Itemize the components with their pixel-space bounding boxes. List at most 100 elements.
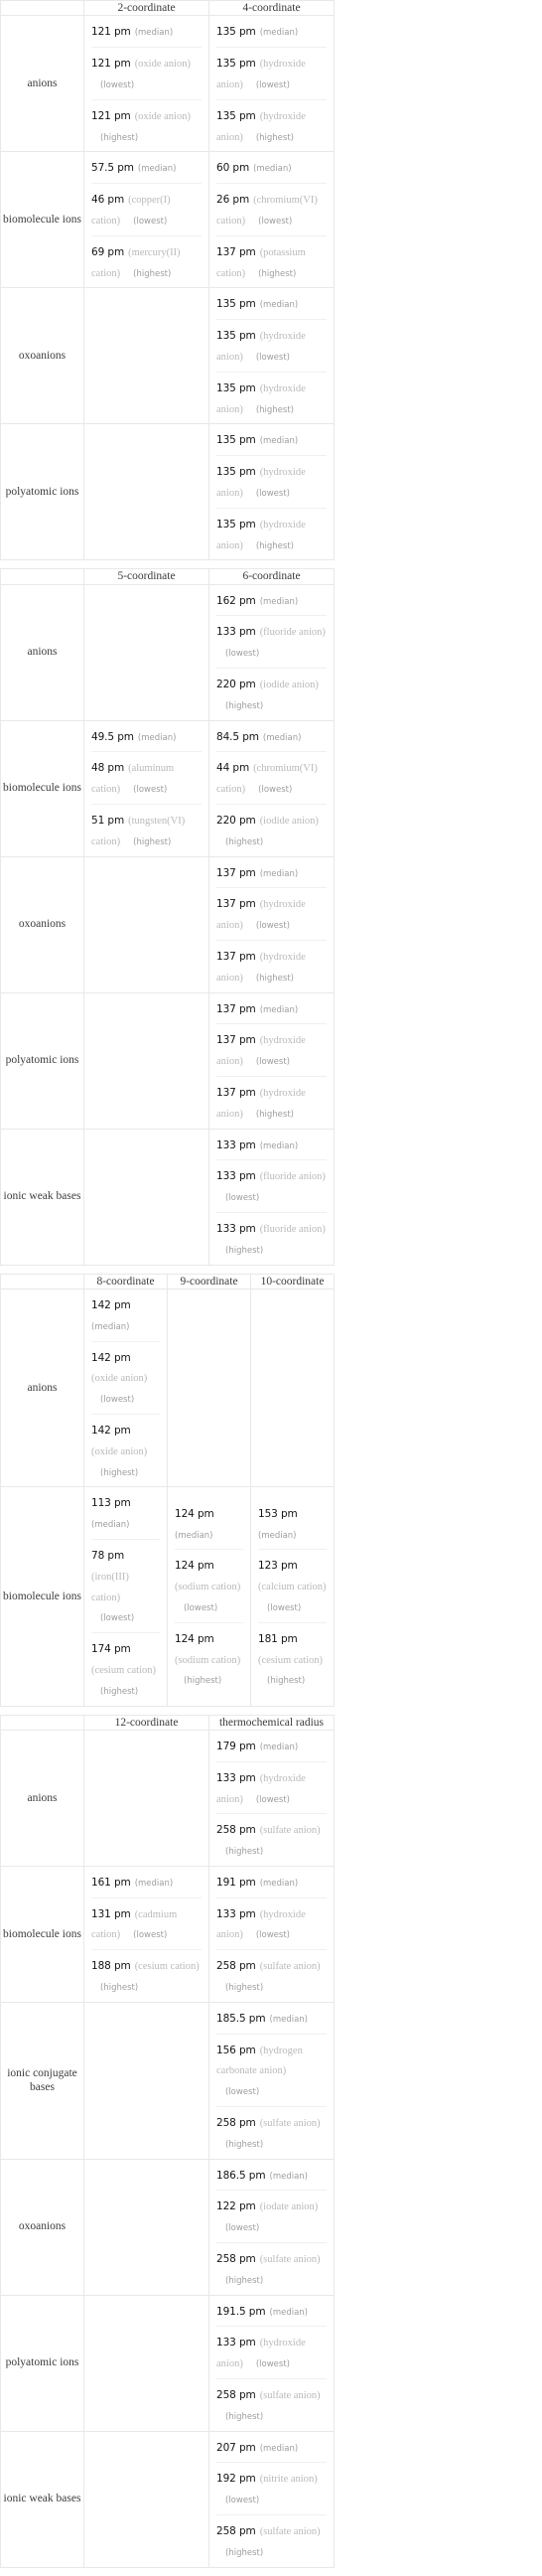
table-row: oxoanions 135 pm (median) 135 pm (hydroxid… [0, 287, 335, 425]
statistic-tag: (lowest) [133, 785, 168, 796]
species-name: (calcium cation) [258, 1582, 327, 1593]
statistic-tag: (median) [134, 28, 174, 39]
column-header-blank [0, 1714, 84, 1731]
radius-value: 258 pm [216, 2525, 256, 2538]
statistic-tag: (highest) [258, 268, 297, 279]
statistic-tag: (lowest) [225, 2087, 260, 2098]
species-name: (fluoride anion) [259, 1171, 326, 1183]
table-row: ionic weak bases 207 pm (median) 192 pm (n… [0, 2430, 335, 2568]
radius-entry: 162 pm (median) [209, 585, 334, 616]
radius-entry: 135 pm (median) [209, 424, 334, 455]
radius-entry: 142 pm (oxide anion) (lowest) [91, 1340, 160, 1414]
radius-entry: 121 pm (oxide anion) (lowest) [91, 47, 202, 99]
radius-value: 133 pm [216, 626, 256, 639]
radius-value: 51 pm [91, 815, 125, 828]
statistic-tag: (lowest) [184, 1602, 218, 1613]
radius-entry: 137 pm (hydroxide anion) (lowest) [216, 887, 327, 940]
radius-value: 84.5 pm [216, 730, 259, 743]
radius-value: 161 pm [91, 1876, 131, 1889]
data-cell-empty [83, 855, 209, 993]
statistic-tag: (median) [269, 2171, 309, 2182]
radius-value: 135 pm [216, 298, 256, 311]
statistic-tag: (median) [259, 1742, 299, 1752]
entry-stack: 185.5 pm (median) 156 pm (hydrogen carbon… [209, 2003, 334, 2159]
data-cell: 133 pm (median) 133 pm (fluoride anion) (… [208, 1128, 335, 1266]
data-cell-empty [250, 1288, 335, 1488]
tables-container: 2-coordinate 4-coordinate anions 121 pm (me… [0, 0, 542, 2568]
radius-entry: 133 pm (median) [209, 1130, 334, 1160]
table-coord-5-6: 5-coordinate 6-coordinate anions 162 pm (me… [0, 568, 335, 1266]
data-cell: 84.5 pm (median) 44 pm (chromium(VI) cati… [208, 719, 335, 857]
radius-value: 220 pm [216, 679, 256, 691]
entry-stack: 191.5 pm (median) 133 pm (hydroxide anion… [209, 2296, 334, 2431]
entry-stack: 162 pm (median) 133 pm (fluoride anion) (… [209, 585, 334, 720]
statistic-tag: (median) [259, 28, 299, 39]
radius-value: 135 pm [216, 518, 256, 530]
radius-value: 137 pm [216, 866, 256, 879]
radius-entry: 188 pm (cesium cation) (highest) [91, 1949, 202, 2002]
entry-stack: 207 pm (median) 192 pm (nitrite anion) (l… [209, 2432, 334, 2567]
data-cell: 135 pm (median) 135 pm (hydroxide anion) … [208, 423, 335, 561]
table-coord-12-thermochemical: 12-coordinate thermochemical radius anions… [0, 1714, 335, 2568]
radius-value: 137 pm [216, 1087, 256, 1100]
statistic-tag: (lowest) [255, 79, 290, 90]
data-cell-empty [83, 2158, 209, 2296]
column-header: 5-coordinate [83, 568, 209, 585]
radius-value: 137 pm [216, 1034, 256, 1047]
table-row: anions 121 pm (median) 121 pm (oxide anion… [0, 15, 335, 153]
row-header-label: anions [0, 15, 84, 153]
data-cell: 121 pm (median) 121 pm (oxide anion) (low… [83, 15, 209, 153]
radius-entry: 191 pm (median) [209, 1867, 334, 1897]
species-name: (fluoride anion) [259, 627, 326, 639]
species-name: (sodium cation) [175, 1582, 241, 1593]
column-header: 9-coordinate [167, 1273, 251, 1289]
row-header-label: anions [0, 1288, 84, 1488]
statistic-tag: (median) [269, 2307, 309, 2318]
radius-value: 133 pm [216, 1223, 256, 1236]
statistic-tag: (highest) [133, 836, 172, 847]
data-cell-empty [83, 2430, 209, 2568]
radius-entry: 133 pm (fluoride anion) (highest) [216, 1212, 327, 1265]
species-name: (sodium cation) [175, 1654, 241, 1666]
entry-stack: 57.5 pm (median) 46 pm (copper(I) cation)… [84, 152, 208, 287]
radius-value: 60 pm [216, 162, 250, 175]
radius-value: 46 pm [91, 194, 125, 207]
statistic-tag: (lowest) [255, 2359, 290, 2370]
data-cell: 49.5 pm (median) 48 pm (aluminum cation) … [83, 719, 209, 857]
data-cell-empty [83, 1729, 209, 1867]
radius-value: 258 pm [216, 1960, 256, 1973]
radius-value: 135 pm [216, 381, 256, 394]
entry-stack: 153 pm (median) 123 pm (calcium cation) (… [251, 1498, 334, 1695]
species-name: (cesium cation) [91, 1664, 157, 1676]
table-coord-2-4: 2-coordinate 4-coordinate anions 121 pm (me… [0, 0, 335, 561]
radius-entry: 124 pm (sodium cation) (highest) [175, 1621, 243, 1695]
statistic-tag: (highest) [100, 1983, 139, 1994]
radius-entry: 135 pm (hydroxide anion) (highest) [216, 507, 327, 560]
table-row: ionic conjugate bases 185.5 pm (median) 15… [0, 2001, 335, 2160]
radius-value: 258 pm [216, 2389, 256, 2402]
radius-entry: 137 pm (hydroxide anion) (lowest) [216, 1023, 327, 1076]
statistic-tag: (median) [259, 596, 299, 607]
statistic-tag: (lowest) [255, 352, 290, 363]
radius-entry: 44 pm (chromium(VI) cation) (lowest) [216, 751, 327, 804]
data-cell: 135 pm (median) 135 pm (hydroxide anion) … [208, 287, 335, 425]
radius-entry: 186.5 pm (median) [209, 2160, 334, 2191]
column-header: 4-coordinate [208, 0, 335, 17]
statistic-tag: (median) [262, 732, 302, 743]
row-header-label: oxoanions [0, 287, 84, 425]
species-name: (cesium cation) [258, 1654, 324, 1666]
data-cell: 186.5 pm (median) 122 pm (iodate anion) (… [208, 2158, 335, 2296]
radius-entry: 137 pm (median) [209, 857, 334, 888]
data-cell: 60 pm (median) 26 pm (chromium(VI) cation… [208, 151, 335, 289]
species-name: (iron(III) cation) [91, 1571, 129, 1603]
table-row: anions 142 pm (median) 142 pm (oxide anion… [0, 1288, 335, 1488]
data-cell: 153 pm (median) 123 pm (calcium cation) (… [250, 1486, 335, 1707]
data-cell: 57.5 pm (median) 46 pm (copper(I) cation)… [83, 151, 209, 289]
species-name: (sulfate anion) [259, 1825, 321, 1837]
entry-stack: 142 pm (median) 142 pm (oxide anion) (low… [84, 1289, 167, 1486]
row-header-label: oxoanions [0, 855, 84, 993]
statistic-tag: (lowest) [255, 921, 290, 932]
radius-value: 121 pm [91, 58, 131, 71]
entry-stack: 124 pm (median) 124 pm (sodium cation) (l… [168, 1498, 250, 1695]
row-header-label: polyatomic ions [0, 991, 84, 1130]
